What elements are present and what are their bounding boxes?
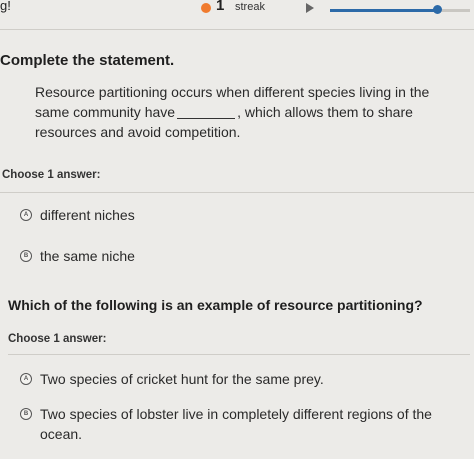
header-divider xyxy=(0,29,474,30)
header-partial-text: g! xyxy=(0,0,11,13)
divider-2 xyxy=(8,354,470,355)
play-marker-icon xyxy=(306,3,314,13)
answer-blank xyxy=(177,118,236,119)
streak-count: 1 xyxy=(216,0,225,14)
choose-label-1: Choose 1 answer: xyxy=(2,169,101,181)
divider-1 xyxy=(0,192,474,193)
question-text: Which of the following is an example of … xyxy=(8,297,423,313)
option-text: different niches xyxy=(40,207,135,223)
progress-fill xyxy=(330,9,435,12)
choose-label-2: Choose 1 answer: xyxy=(8,333,107,345)
section-title: Complete the statement. xyxy=(0,52,175,69)
option-letter-badge: B xyxy=(20,408,32,420)
option-letter-badge: A xyxy=(20,373,32,385)
option-text: Two species of lobster live in completel… xyxy=(40,406,432,442)
answer-option-b[interactable]: B the same niche xyxy=(12,246,467,266)
answer-option-b[interactable]: B Two species of lobster live in complet… xyxy=(12,404,467,444)
top-bar: g! 1 streak xyxy=(0,0,474,18)
streak-flame-icon xyxy=(201,3,211,13)
option-text: the same niche xyxy=(40,248,135,264)
option-letter-badge: A xyxy=(20,209,32,221)
option-text: Two species of cricket hunt for the same… xyxy=(40,371,324,387)
answer-option-a[interactable]: A different niches xyxy=(12,205,467,225)
option-letter-badge: B xyxy=(20,250,32,262)
streak-label: streak xyxy=(235,1,265,13)
statement-text: Resource partitioning occurs when differ… xyxy=(35,82,467,142)
progress-bar xyxy=(330,9,470,12)
answer-option-a[interactable]: A Two species of cricket hunt for the sa… xyxy=(12,369,467,389)
progress-knob xyxy=(433,5,442,14)
